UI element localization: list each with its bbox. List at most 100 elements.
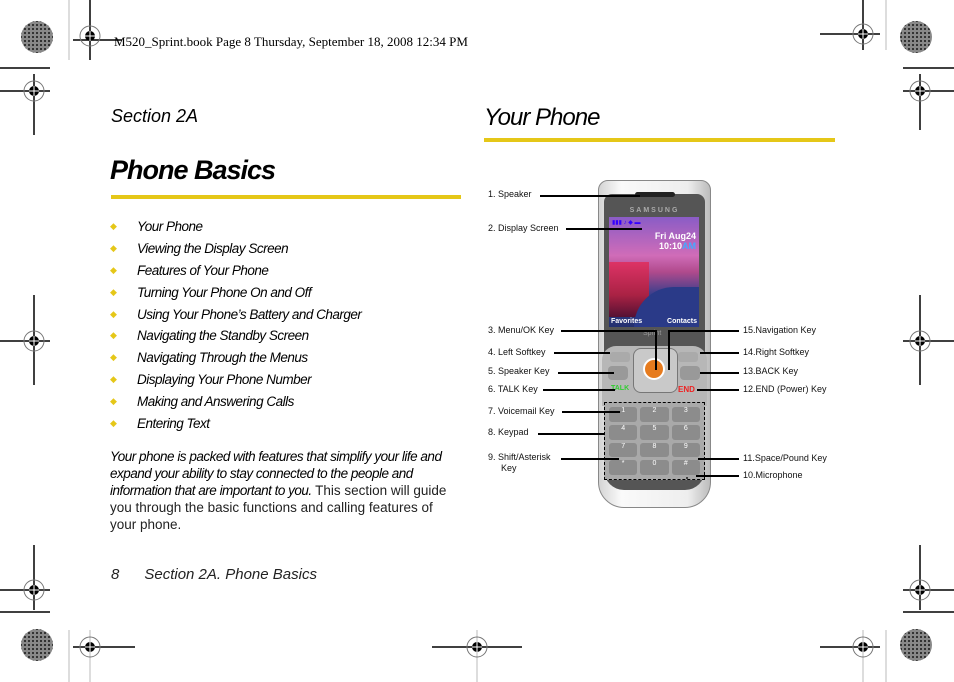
diamond-bullet-icon: ◆ — [110, 308, 117, 319]
page-title: Phone Basics — [110, 155, 276, 185]
color-bar-target-icon — [900, 21, 932, 53]
toc-item[interactable]: ◆ Entering Text — [110, 412, 361, 434]
callout-end-power-key: 12.END (Power) Key — [743, 384, 827, 394]
title-rule — [111, 195, 461, 199]
status-bar-icons: ▮▮▮ ♪ ◆ ▬ — [612, 220, 641, 226]
callout-line — [561, 330, 657, 332]
callout-menu-ok-key: 3. Menu/OK Key — [488, 325, 555, 335]
callout-line — [543, 389, 615, 391]
callout-right-softkey: 14.Right Softkey — [743, 347, 810, 357]
speaker-slot — [635, 192, 675, 197]
diamond-bullet-icon: ◆ — [110, 286, 117, 297]
softkey-right-label: Contacts — [667, 318, 697, 325]
callout-line — [562, 411, 620, 413]
keypad-key[interactable]: 4 — [609, 424, 638, 440]
callout-navigation-key: 15.Navigation Key — [743, 325, 817, 335]
toc-item[interactable]: ◆ Viewing the Display Screen — [110, 238, 361, 260]
callout-line — [698, 458, 739, 460]
standby-time: 10:10AM — [659, 241, 696, 251]
callout-microphone: 10.Microphone — [743, 470, 803, 480]
keypad-key[interactable]: 7 — [609, 442, 638, 458]
your-phone-heading: Your Phone — [484, 104, 600, 131]
left-softkey[interactable] — [610, 352, 630, 362]
keypad-key[interactable]: 0 — [640, 460, 669, 475]
intro-paragraph: Your phone is packed with features that … — [110, 448, 458, 533]
toc-item-label: Viewing the Display Screen — [137, 241, 289, 257]
footer-section-title: Section 2A. Phone Basics — [144, 566, 317, 583]
end-power-key[interactable]: END — [678, 385, 695, 394]
diamond-bullet-icon: ◆ — [110, 395, 117, 406]
callout-back-key: 13.BACK Key — [743, 366, 799, 376]
callout-line — [668, 330, 739, 332]
callout-line — [697, 389, 739, 391]
menu-ok-key[interactable] — [643, 358, 665, 380]
toc-item[interactable]: ◆ Using Your Phone’s Battery and Charger — [110, 303, 362, 325]
color-bar-target-icon — [21, 21, 53, 53]
keypad-key[interactable]: 3 — [671, 407, 700, 422]
heading-rule — [484, 138, 835, 142]
section-label: Section 2A — [111, 106, 199, 126]
microphone-hole — [686, 477, 688, 479]
callout-shift-asterisk-key-line2: Key — [501, 463, 517, 473]
toc-item[interactable]: ◆ Navigating Through the Menus — [110, 347, 361, 369]
callout-line — [561, 458, 619, 460]
toc-item[interactable]: ◆ Making and Answering Calls — [110, 390, 361, 412]
callout-line — [558, 372, 614, 374]
callout-line — [655, 330, 657, 370]
diamond-bullet-icon: ◆ — [110, 417, 117, 428]
callout-space-pound-key: 11.Space/Pound Key — [743, 453, 827, 463]
callout-line — [700, 352, 739, 354]
toc-item[interactable]: ◆ Your Phone — [110, 216, 361, 238]
callout-keypad: 8. Keypad — [488, 427, 529, 437]
print-slug: M520_Sprint.book Page 8 Thursday, Septem… — [114, 34, 468, 49]
color-bar-target-icon — [21, 629, 53, 661]
keypad-key[interactable]: 2 — [640, 407, 669, 422]
section-contents-list: ◆ Your Phone ◆ Viewing the Display Screen … — [110, 216, 362, 434]
callout-line — [538, 433, 604, 435]
diamond-bullet-icon: ◆ — [110, 221, 117, 232]
toc-item[interactable]: ◆ Turning Your Phone On and Off — [110, 281, 361, 303]
toc-item-label: Making and Answering Calls — [137, 393, 294, 409]
display-screen: ▮▮▮ ♪ ◆ ▬ Fri Aug24 10:10AM Favorites Co… — [609, 217, 699, 327]
keypad-key[interactable]: 8 — [640, 442, 669, 458]
diamond-bullet-icon: ◆ — [110, 330, 117, 341]
callout-line — [554, 352, 610, 354]
diamond-bullet-icon: ◆ — [110, 373, 117, 384]
callout-speaker-key: 5. Speaker Key — [488, 366, 550, 376]
keypad-key[interactable]: 9 — [671, 442, 700, 458]
callout-line — [668, 330, 670, 370]
toc-item[interactable]: ◆ Navigating the Standby Screen — [110, 325, 361, 347]
toc-item-label: Entering Text — [137, 415, 210, 431]
callout-shift-asterisk-key: 9. Shift/Asterisk — [488, 452, 551, 462]
back-key[interactable] — [680, 366, 700, 380]
color-bar-target-icon — [900, 629, 932, 661]
toc-item[interactable]: ◆ Displaying Your Phone Number — [110, 369, 361, 391]
diamond-bullet-icon: ◆ — [110, 264, 117, 275]
callout-voicemail-key: 7. Voicemail Key — [488, 406, 555, 416]
toc-item-label: Displaying Your Phone Number — [137, 371, 312, 387]
keypad: 1 2 3 4 5 6 7 8 9 * 0 # — [604, 402, 705, 480]
phone-brand: SAMSUNG — [629, 207, 680, 214]
toc-item-label: Your Phone — [137, 219, 203, 235]
diamond-bullet-icon: ◆ — [110, 352, 117, 363]
keypad-key[interactable]: 1 — [609, 407, 638, 422]
softkey-left-label: Favorites — [611, 318, 643, 325]
keypad-key[interactable]: 6 — [671, 424, 700, 440]
toc-item-label: Navigating Through the Menus — [137, 350, 308, 366]
callout-talk-key: 6. TALK Key — [488, 384, 538, 394]
ampm-value: AM — [682, 241, 696, 251]
right-softkey[interactable] — [678, 352, 698, 362]
standby-date: Fri Aug24 — [654, 231, 696, 241]
diamond-bullet-icon: ◆ — [110, 243, 117, 254]
callout-line — [566, 228, 642, 230]
keypad-key[interactable]: * — [609, 460, 638, 475]
callout-display-screen: 2. Display Screen — [488, 223, 559, 233]
toc-item[interactable]: ◆ Features of Your Phone — [110, 260, 361, 282]
callout-left-softkey: 4. Left Softkey — [488, 347, 546, 357]
callout-line — [696, 475, 739, 477]
keypad-key[interactable]: # — [671, 460, 700, 475]
callout-line — [700, 372, 739, 374]
toc-item-label: Navigating the Standby Screen — [137, 328, 309, 344]
keypad-key[interactable]: 5 — [640, 424, 669, 440]
callout-speaker: 1. Speaker — [488, 189, 532, 199]
